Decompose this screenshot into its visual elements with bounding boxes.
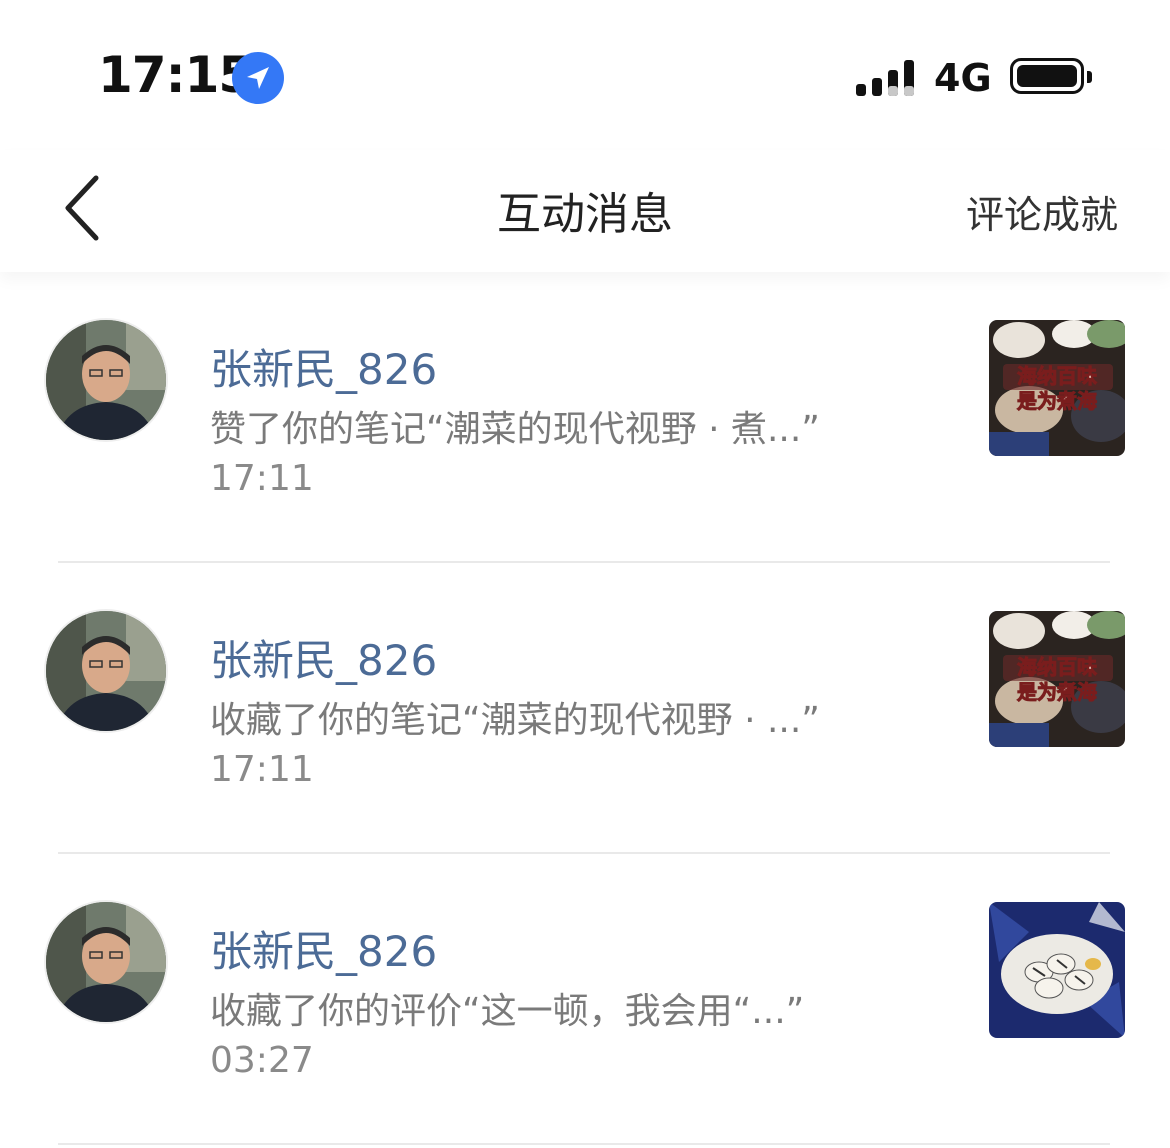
list-item[interactable]: 张新民_826 收藏了你的评价“这一顿，我会用“...” 03:27 (0, 854, 1170, 1145)
username[interactable]: 张新民_826 (210, 336, 437, 397)
message-list: 张新民_826 赞了你的笔记“潮菜的现代视野 · 煮...” 17:11 海纳百… (0, 272, 1170, 1145)
avatar[interactable] (46, 902, 166, 1022)
avatar[interactable] (46, 320, 166, 440)
svg-text:海纳百味: 海纳百味 (1017, 364, 1097, 388)
divider (58, 1143, 1110, 1145)
network-type: 4G (934, 56, 992, 100)
action-text: 收藏了你的评价“这一顿，我会用“...” (210, 991, 805, 1032)
battery-icon (1010, 58, 1092, 94)
review-thumbnail[interactable] (989, 902, 1125, 1038)
timestamp: 17:11 (210, 458, 314, 499)
navigation-bar: 互动消息 评论成就 (0, 150, 1170, 272)
list-item[interactable]: 张新民_826 赞了你的笔记“潮菜的现代视野 · 煮...” 17:11 海纳百… (0, 272, 1170, 563)
svg-text:是为煮海: 是为煮海 (1016, 680, 1097, 704)
note-thumbnail[interactable]: 海纳百味 是为煮海 (989, 611, 1125, 747)
username[interactable]: 张新民_826 (210, 627, 437, 688)
cellular-signal-icon (856, 60, 914, 96)
timestamp: 03:27 (210, 1040, 314, 1081)
action-text: 赞了你的笔记“潮菜的现代视野 · 煮...” (210, 409, 820, 450)
action-text: 收藏了你的笔记“潮菜的现代视野 · ...” (210, 700, 820, 741)
username[interactable]: 张新民_826 (210, 918, 437, 979)
status-time: 17:15 (98, 46, 253, 104)
svg-text:是为煮海: 是为煮海 (1016, 389, 1097, 413)
comment-achievements-button[interactable]: 评论成就 (966, 184, 1118, 239)
note-thumbnail[interactable]: 海纳百味 是为煮海 (989, 320, 1125, 456)
svg-text:海纳百味: 海纳百味 (1017, 655, 1097, 679)
timestamp: 17:11 (210, 749, 314, 790)
status-bar: 17:15 4G (0, 0, 1170, 150)
list-item[interactable]: 张新民_826 收藏了你的笔记“潮菜的现代视野 · ...” 17:11 海纳百… (0, 563, 1170, 854)
avatar[interactable] (46, 611, 166, 731)
location-arrow-icon (232, 52, 284, 104)
